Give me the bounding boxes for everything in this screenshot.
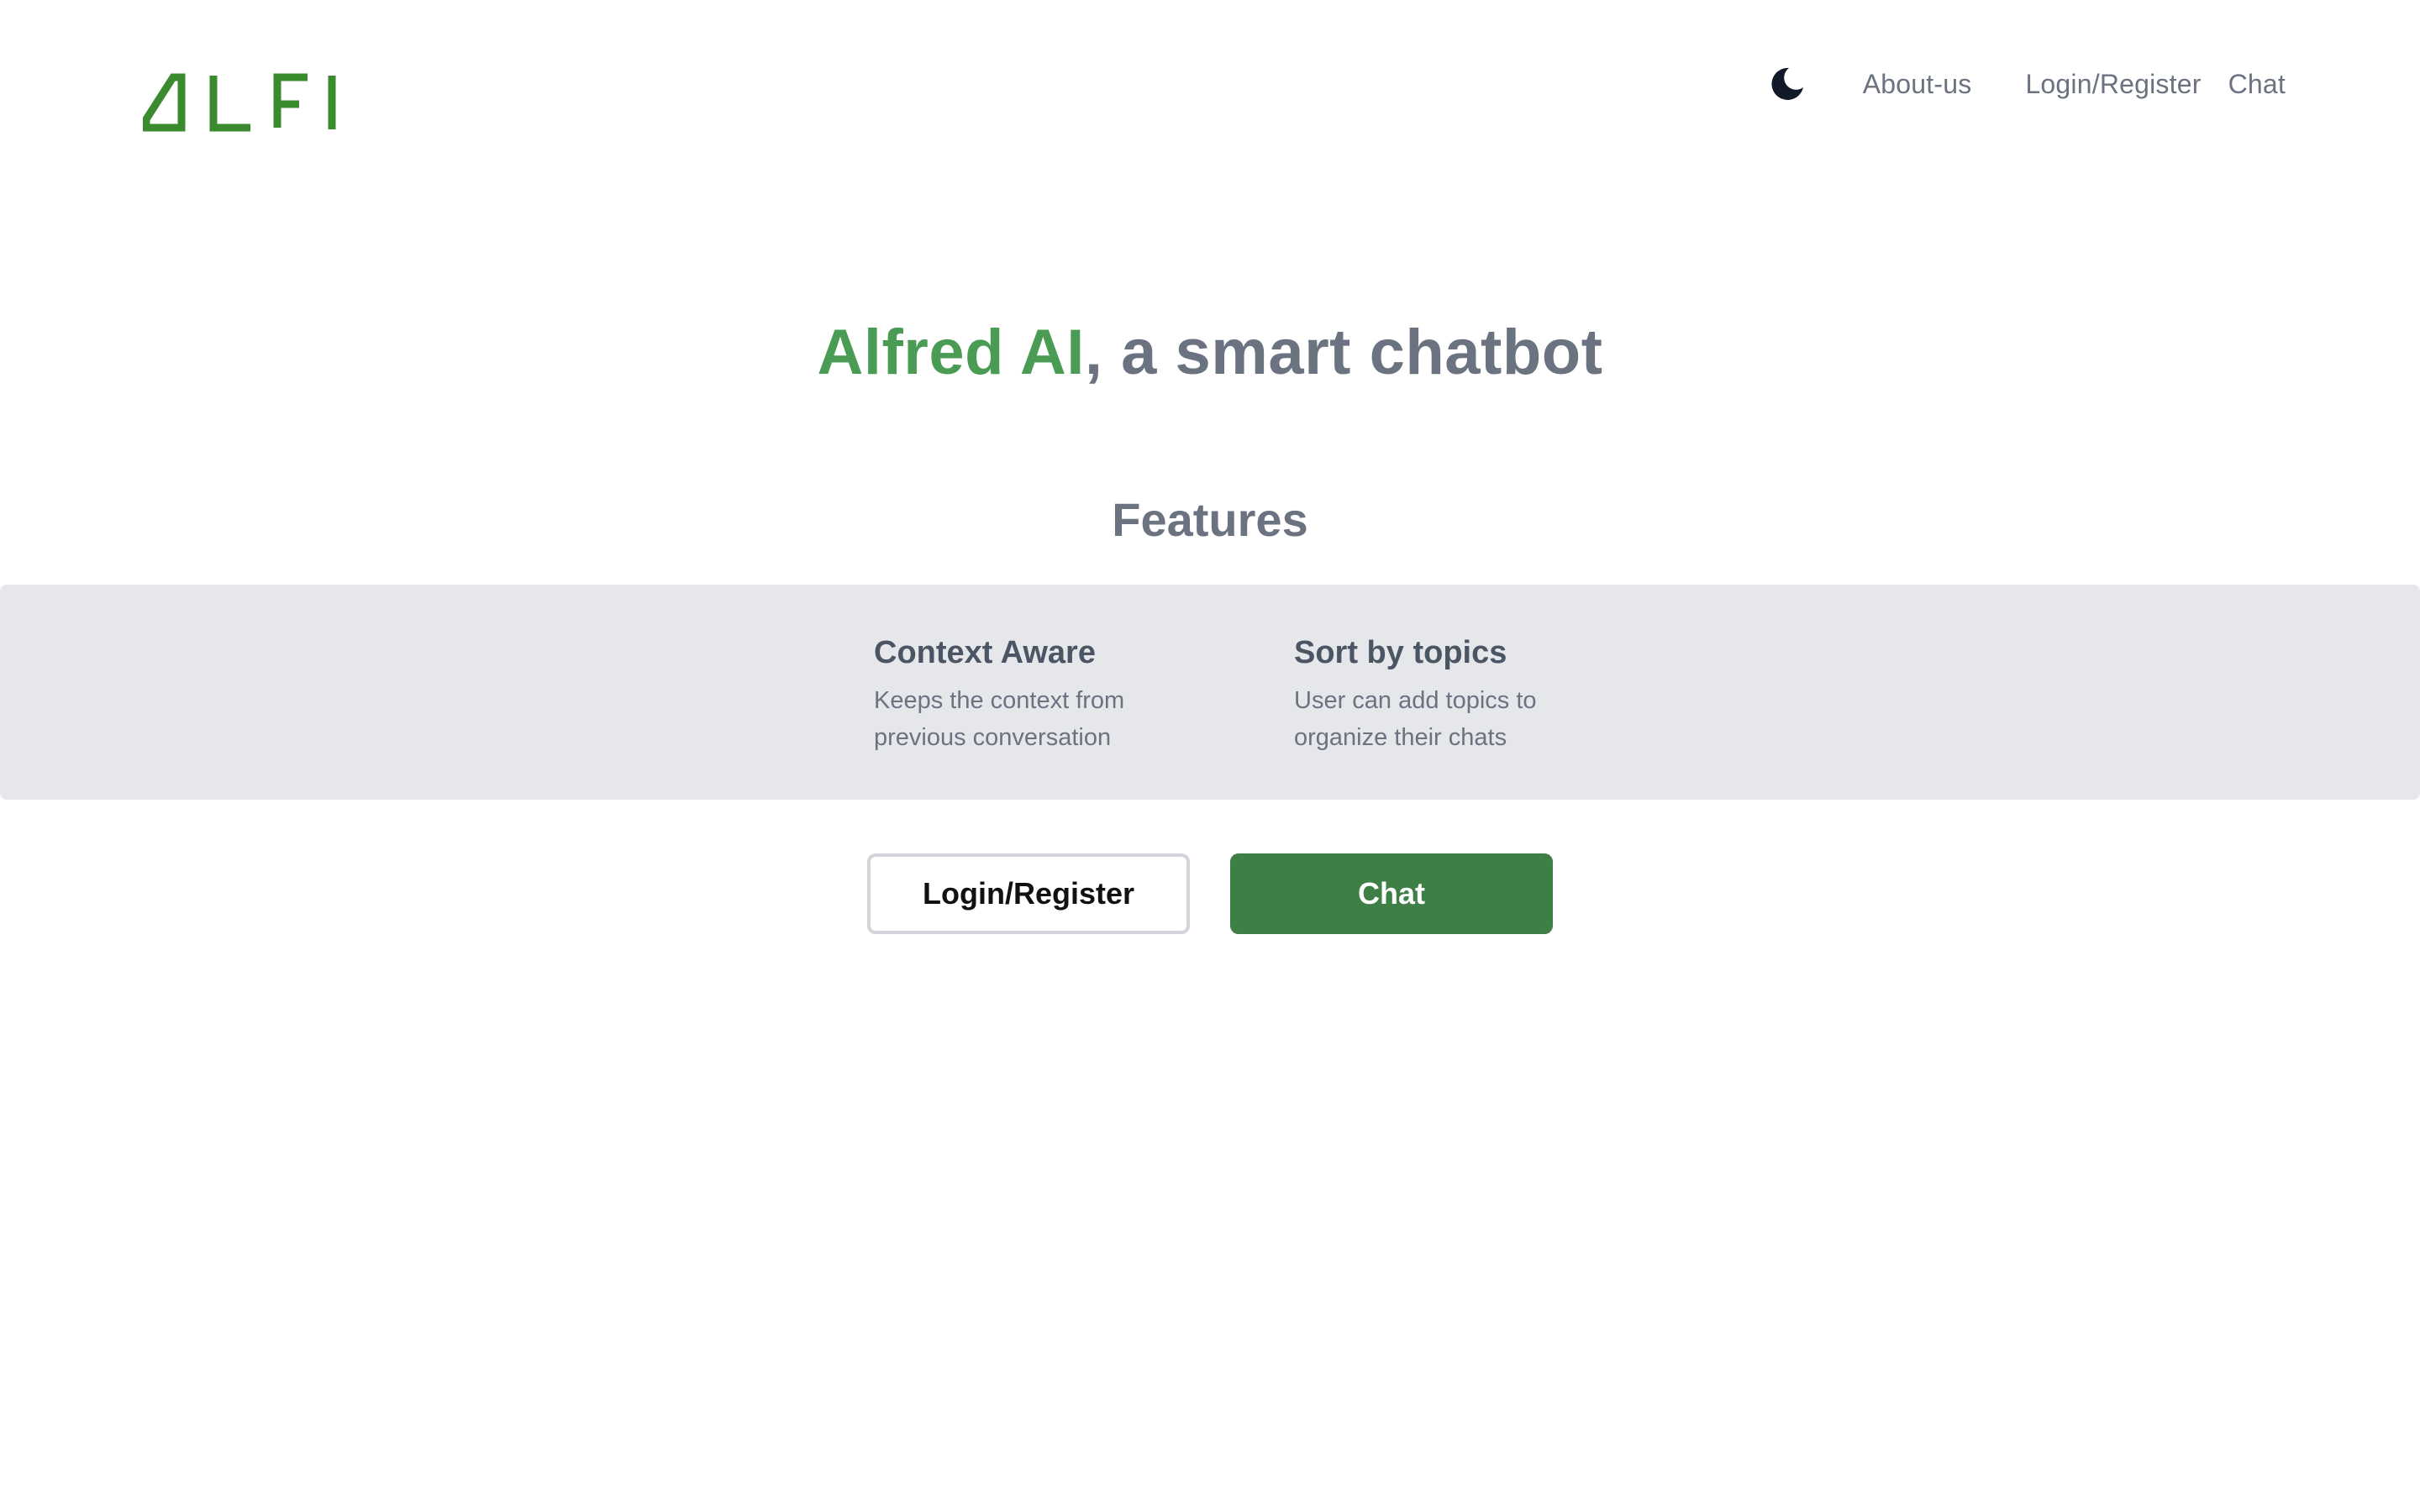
- theme-toggle-button[interactable]: [1767, 64, 1807, 104]
- header: About-us Login/Register Chat: [0, 0, 2420, 168]
- feature-card-context-aware: Context Aware Keeps the context from pre…: [874, 633, 1176, 756]
- page: About-us Login/Register Chat Alfred AI, …: [0, 0, 2420, 1512]
- moon-icon: [1771, 67, 1803, 100]
- hero-title-accent: Alfred AI: [817, 317, 1085, 388]
- nav-about-us-link[interactable]: About-us: [1863, 69, 1972, 100]
- feature-description: Keeps the context from previous conversa…: [874, 687, 1125, 751]
- action-buttons: Login/Register Chat: [867, 853, 1553, 934]
- feature-title: Sort by topics: [1294, 635, 1507, 670]
- nav-login-register-link[interactable]: Login/Register: [2025, 69, 2201, 100]
- feature-card-sort-by-topics: Sort by topics User can add topics to or…: [1294, 633, 1597, 756]
- hero-title: Alfred AI, a smart chatbot: [0, 316, 2420, 389]
- top-nav: About-us Login/Register Chat: [1767, 59, 2286, 109]
- feature-title: Context Aware: [874, 635, 1096, 670]
- login-register-button[interactable]: Login/Register: [867, 853, 1190, 934]
- hero-title-rest: , a smart chatbot: [1084, 317, 1603, 388]
- features-band: Context Aware Keeps the context from pre…: [0, 585, 2420, 800]
- alfi-logo-mark: [142, 73, 336, 132]
- nav-chat-link[interactable]: Chat: [2228, 69, 2286, 100]
- feature-description: User can add topics to organize their ch…: [1294, 687, 1537, 751]
- chat-button[interactable]: Chat: [1230, 853, 1553, 934]
- features-heading: Features: [1112, 493, 1308, 546]
- alfi-logo[interactable]: [142, 72, 339, 133]
